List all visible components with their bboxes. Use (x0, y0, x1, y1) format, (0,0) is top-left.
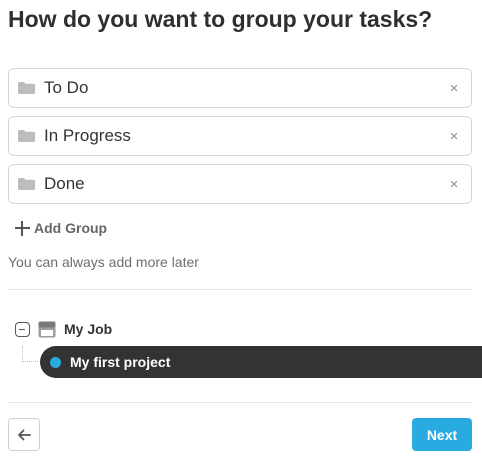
briefcase-icon (38, 321, 56, 338)
next-button[interactable]: Next (412, 418, 472, 451)
remove-group-button[interactable]: × (446, 78, 462, 98)
tree-item-my-first-project[interactable]: My first project (40, 346, 482, 378)
group-name[interactable]: In Progress (44, 126, 131, 146)
divider (8, 402, 472, 403)
project-color-dot (50, 357, 61, 368)
collapse-toggle-icon[interactable] (15, 322, 30, 337)
project-label: My first project (70, 354, 171, 370)
folder-icon (18, 178, 35, 190)
group-name[interactable]: Done (44, 174, 85, 194)
back-button[interactable] (8, 418, 40, 451)
remove-group-button[interactable]: × (446, 174, 462, 194)
tree-folder-my-job[interactable]: My Job (64, 321, 112, 337)
folder-icon (18, 130, 35, 142)
folder-icon (18, 82, 35, 94)
remove-group-button[interactable]: × (446, 126, 462, 146)
page-title: How do you want to group your tasks? (8, 6, 433, 32)
add-group-label: Add Group (34, 220, 108, 236)
group-row-to-do[interactable]: To Do × (8, 68, 472, 108)
group-name[interactable]: To Do (44, 78, 88, 98)
group-row-done[interactable]: Done × (8, 164, 472, 204)
tree-connector (22, 346, 38, 362)
group-row-in-progress[interactable]: In Progress × (8, 116, 472, 156)
arrow-left-icon (18, 429, 31, 440)
hint-text: You can always add more later (8, 254, 199, 270)
divider (8, 289, 472, 290)
plus-icon (15, 220, 30, 236)
add-group-button[interactable]: Add Group (15, 219, 107, 237)
